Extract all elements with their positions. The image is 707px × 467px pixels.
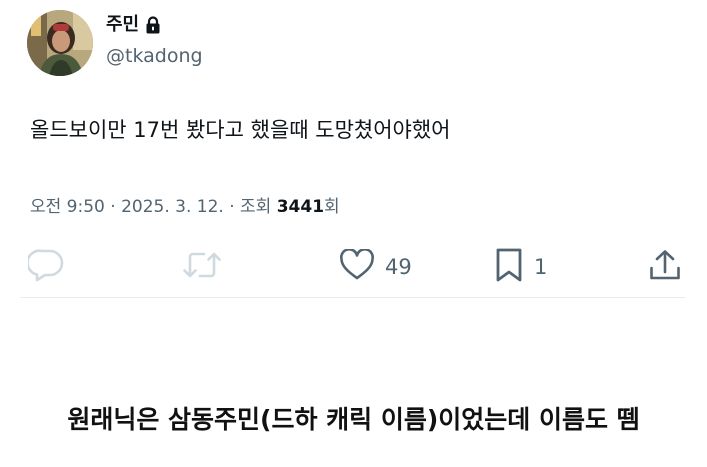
bookmark-button[interactable]: 1 (494, 247, 547, 287)
tweet-date[interactable]: 2025. 3. 12. (121, 197, 224, 217)
tweet-meta: 오전 9:50 · 2025. 3. 12. · 조회 3441회 (30, 195, 340, 219)
reply-button[interactable] (26, 247, 74, 287)
like-button[interactable]: 49 (339, 247, 412, 287)
username[interactable]: @tkadong (106, 44, 203, 68)
retweet-icon (182, 249, 222, 285)
heart-icon (339, 248, 375, 285)
tweet-text: 올드보이만 17번 봤다고 했을때 도망쳤어야했어 (30, 118, 451, 142)
tweet-card: 주민 @tkadong 올드보이만 17번 봤다고 했을때 도망쳤어야했어 오전… (0, 0, 707, 300)
views-count: 3441 (276, 197, 325, 217)
views-label: 조회 (240, 197, 272, 217)
tweet-time[interactable]: 오전 9:50 (30, 197, 105, 217)
bookmark-count: 1 (534, 255, 548, 279)
caption-text: 원래닉은 삼동주민(드하 캐릭 이름)이었는데 이름도 뗌 (67, 405, 640, 434)
views-suffix: 회 (324, 197, 340, 217)
like-count: 49 (385, 255, 412, 279)
share-button[interactable] (648, 247, 682, 287)
display-name-row: 주민 (106, 14, 161, 36)
share-icon (648, 248, 682, 286)
retweet-button[interactable] (182, 247, 232, 287)
avatar[interactable] (27, 10, 93, 76)
reply-icon (26, 248, 64, 286)
meta-separator: · (104, 197, 122, 217)
bookmark-icon (494, 247, 524, 287)
meta-separator: · (223, 197, 241, 217)
display-name[interactable]: 주민 (106, 14, 139, 36)
divider (20, 297, 685, 298)
lock-icon (145, 16, 161, 34)
